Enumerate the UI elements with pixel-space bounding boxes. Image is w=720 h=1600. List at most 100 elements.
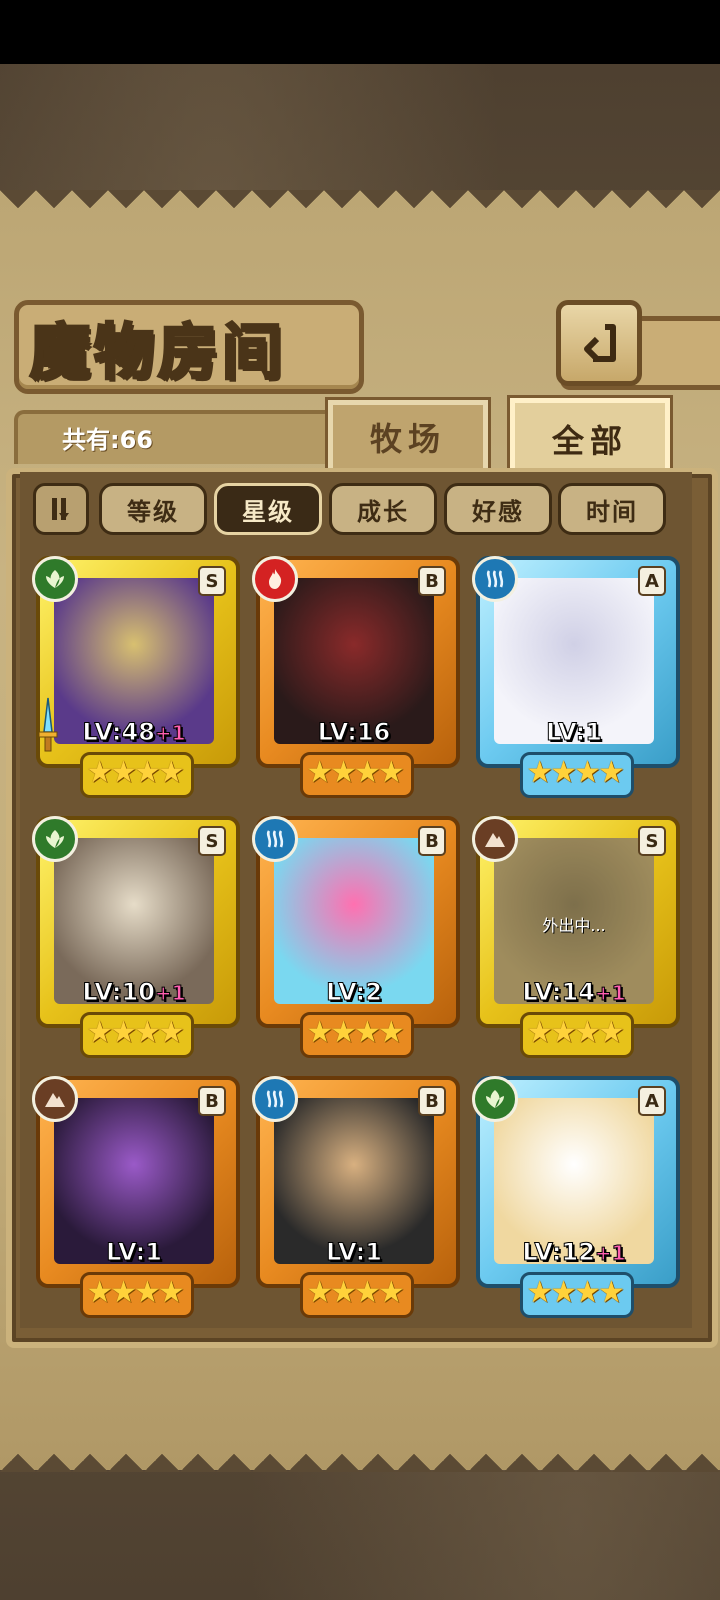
- back-button[interactable]: [556, 300, 642, 386]
- star-icon: ★: [134, 1274, 161, 1310]
- star-icon: ★: [157, 754, 185, 790]
- monster-card[interactable]: LV:16 ★ ★ ★ ★ B: [252, 556, 460, 798]
- star-icon: ★: [134, 1014, 161, 1050]
- sort-time-button[interactable]: 时间: [558, 483, 666, 535]
- star-icon: ★: [574, 1014, 601, 1050]
- star-icon: ★: [597, 1274, 625, 1310]
- sort-stars-button[interactable]: 星级: [214, 483, 322, 535]
- monster-card[interactable]: LV:1 ★ ★ ★ ★ B: [32, 1076, 240, 1318]
- star-icon: ★: [550, 1274, 577, 1310]
- star-rating: ★ ★ ★ ★: [80, 1272, 188, 1312]
- star-icon: ★: [354, 754, 381, 790]
- rank-badge: B: [418, 566, 446, 596]
- monster-level: LV:16: [256, 718, 452, 747]
- star-icon: ★: [550, 754, 577, 790]
- star-icon: ★: [574, 754, 601, 790]
- monster-card[interactable]: 外出中... LV:14+1 ★ ★ ★ ★ S: [472, 816, 680, 1058]
- level-value: LV:2: [326, 978, 383, 1007]
- star-icon: ★: [526, 754, 553, 790]
- wave-icon: [252, 1076, 298, 1122]
- monster-level: LV:1: [36, 1238, 232, 1267]
- star-icon: ★: [377, 1274, 405, 1310]
- monster-level: LV:2: [256, 978, 452, 1007]
- star-icon: ★: [330, 754, 357, 790]
- star-icon: ★: [354, 1014, 381, 1050]
- sword-icon: [38, 696, 58, 756]
- star-rating: ★ ★ ★ ★: [520, 1012, 628, 1052]
- sort-growth-button[interactable]: 成长: [329, 483, 437, 535]
- wave-icon: [472, 556, 518, 602]
- wave-icon: [252, 816, 298, 862]
- star-rating: ★ ★ ★ ★: [80, 752, 188, 792]
- monster-card[interactable]: LV:2 ★ ★ ★ ★ B: [252, 816, 460, 1058]
- star-icon: ★: [110, 1274, 137, 1310]
- star-icon: ★: [110, 754, 137, 790]
- star-icon: ★: [110, 1014, 137, 1050]
- rank-badge: S: [198, 826, 226, 856]
- level-value: LV:1: [546, 718, 603, 747]
- status-bar: [0, 0, 720, 64]
- away-status: 外出中...: [542, 916, 606, 935]
- torn-edge-top: [0, 190, 720, 226]
- level-value: LV:1: [106, 1238, 163, 1267]
- star-icon: ★: [354, 1274, 381, 1310]
- star-icon: ★: [526, 1014, 553, 1050]
- leaf-icon: [472, 1076, 518, 1122]
- level-value: LV:16: [317, 718, 391, 747]
- monster-level: LV:1: [476, 718, 672, 747]
- star-icon: ★: [597, 1014, 625, 1050]
- monster-level: LV:10+1: [36, 978, 232, 1007]
- plus-level: +1: [594, 981, 626, 1006]
- star-icon: ★: [86, 754, 113, 790]
- tab-ranch[interactable]: 牧场: [325, 397, 491, 477]
- star-rating: ★ ★ ★ ★: [300, 1012, 408, 1052]
- level-value: LV:1: [326, 1238, 383, 1267]
- leaf-icon: [32, 816, 78, 862]
- star-rating: ★ ★ ★ ★: [80, 1012, 188, 1052]
- mountain-icon: [472, 816, 518, 862]
- star-rating: ★ ★ ★ ★: [300, 752, 408, 792]
- monster-level: LV:14+1: [476, 978, 672, 1007]
- torn-edge-bottom: [0, 1436, 720, 1472]
- star-rating: ★ ★ ★ ★: [300, 1272, 408, 1312]
- sort-order-toggle[interactable]: [33, 483, 89, 535]
- monster-card[interactable]: LV:12+1 ★ ★ ★ ★ A: [472, 1076, 680, 1318]
- rank-badge: B: [418, 1086, 446, 1116]
- rank-badge: S: [638, 826, 666, 856]
- star-icon: ★: [330, 1014, 357, 1050]
- monster-card[interactable]: LV:1 ★ ★ ★ ★ A: [472, 556, 680, 798]
- star-icon: ★: [377, 1014, 405, 1050]
- monster-level: LV:12+1: [476, 1238, 672, 1267]
- plus-level: +1: [154, 721, 186, 746]
- total-count: 共有:66: [62, 426, 153, 454]
- star-icon: ★: [330, 1274, 357, 1310]
- sort-affection-button[interactable]: 好感: [444, 483, 552, 535]
- monster-level: LV:1: [256, 1238, 452, 1267]
- star-icon: ★: [550, 1014, 577, 1050]
- star-icon: ★: [306, 1274, 333, 1310]
- flame-icon: [252, 556, 298, 602]
- star-rating: ★ ★ ★ ★: [520, 1272, 628, 1312]
- page-title: 魔物房间: [29, 317, 286, 390]
- sort-order-icon: [52, 498, 69, 520]
- sort-level-button[interactable]: 等级: [99, 483, 207, 535]
- star-icon: ★: [306, 1014, 333, 1050]
- level-value: LV:14: [522, 978, 595, 1007]
- star-icon: ★: [306, 754, 333, 790]
- star-icon: ★: [526, 1274, 553, 1310]
- star-icon: ★: [86, 1014, 113, 1050]
- rank-badge: S: [198, 566, 226, 596]
- monster-card[interactable]: LV:10+1 ★ ★ ★ ★ S: [32, 816, 240, 1058]
- star-icon: ★: [157, 1274, 185, 1310]
- monster-card[interactable]: LV:1 ★ ★ ★ ★ B: [252, 1076, 460, 1318]
- rank-badge: A: [638, 566, 666, 596]
- leaf-icon: [32, 556, 78, 602]
- plus-level: +1: [594, 1241, 626, 1266]
- star-icon: ★: [597, 754, 625, 790]
- back-arrow-icon: [584, 324, 616, 362]
- monster-level: LV:48+1: [36, 718, 232, 747]
- rank-badge: B: [418, 826, 446, 856]
- star-icon: ★: [574, 1274, 601, 1310]
- level-value: LV:12: [522, 1238, 595, 1267]
- monster-card[interactable]: LV:48+1 ★ ★ ★ ★ S: [32, 556, 240, 798]
